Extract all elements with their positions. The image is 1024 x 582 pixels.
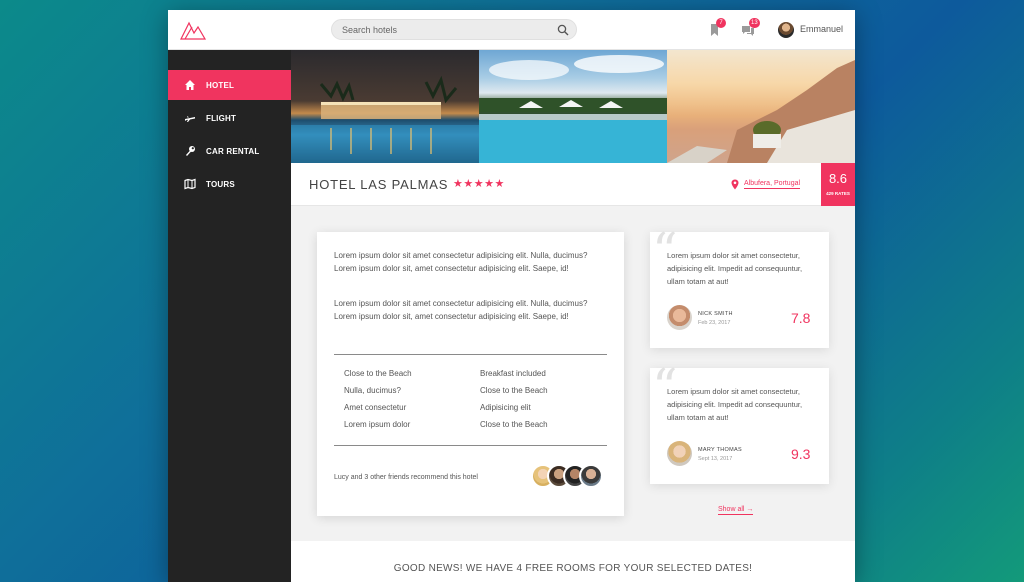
sidebar-item-car-rental[interactable]: CAR RENTAL xyxy=(168,136,291,166)
feature-item: Close to the Beach xyxy=(344,369,412,378)
top-bar: 7 13 Emmanuel xyxy=(168,10,855,50)
availability-banner: GOOD NEWS! WE HAVE 4 FREE ROOMS FOR YOUR… xyxy=(291,541,855,582)
rating-score: 8.6 xyxy=(828,171,848,186)
sidebar-item-label: CAR RENTAL xyxy=(206,147,260,156)
sidebar-item-label: TOURS xyxy=(206,180,235,189)
friend-avatar[interactable] xyxy=(579,464,603,488)
review-date: Sept 13, 2017 xyxy=(698,456,733,462)
plane-icon xyxy=(185,116,195,122)
sidebar: HOTEL FLIGHT CAR RENTAL TOURS xyxy=(168,50,291,582)
app-window: 7 13 Emmanuel HOTEL FLIGHT xyxy=(168,10,855,582)
avatar[interactable] xyxy=(778,22,794,38)
search-input[interactable] xyxy=(342,22,542,37)
description-paragraph: Lorem ipsum dolor sit amet consectetur a… xyxy=(334,251,588,274)
show-all-link[interactable]: Show all → xyxy=(718,506,754,515)
rates-count: 429 RATES xyxy=(826,191,850,196)
hotel-photo-day-pool[interactable] xyxy=(479,50,667,163)
description-card: Lorem ipsum dolor sit amet consectetur a… xyxy=(317,232,624,516)
review-card: “ Lorem ipsum dolor sit amet consectetur… xyxy=(650,226,829,348)
divider xyxy=(334,445,607,446)
user-name[interactable]: Emmanuel xyxy=(800,24,843,34)
feature-item: Close to the Beach xyxy=(480,420,548,429)
availability-message: GOOD NEWS! WE HAVE 4 FREE ROOMS FOR YOUR… xyxy=(393,563,753,574)
sidebar-item-tours[interactable]: TOURS xyxy=(168,169,291,199)
reviewer-name: MARY THOMAS xyxy=(698,447,742,453)
sidebar-item-flight[interactable]: FLIGHT xyxy=(168,103,291,133)
reviewer-avatar[interactable] xyxy=(667,441,692,466)
description-paragraph: Lorem ipsum dolor sit amet consectetur a… xyxy=(334,299,588,322)
hotel-name: HOTEL LAS PALMAS xyxy=(309,177,449,192)
rating-box: 8.6 429 RATES xyxy=(821,163,855,206)
review-text: Lorem ipsum dolor sit amet consectetur, … xyxy=(667,387,803,422)
review-score: 7.8 xyxy=(791,310,811,326)
divider xyxy=(334,354,607,355)
feature-item: Nulla, ducimus? xyxy=(344,386,401,395)
reviewer-name: NICK SMITH xyxy=(698,311,733,317)
recommend-text: Lucy and 3 other friends recommend this … xyxy=(334,474,478,481)
bookmark-button[interactable]: 7 xyxy=(708,18,726,37)
photo-gallery xyxy=(291,50,855,163)
bookmark-badge: 7 xyxy=(716,18,726,28)
feature-item: Close to the Beach xyxy=(480,386,548,395)
feature-item: Lorem ipsum dolor xyxy=(344,420,411,429)
map-icon xyxy=(184,178,196,190)
search-icon[interactable] xyxy=(557,24,569,36)
wrench-icon xyxy=(186,146,195,156)
hotel-title-bar: HOTEL LAS PALMAS ★★★★★ Albufera, Portuga… xyxy=(291,163,855,206)
feature-item: Amet consectetur xyxy=(344,403,407,412)
hotel-photo-terrace[interactable] xyxy=(667,50,855,163)
search-bar[interactable] xyxy=(331,19,577,40)
home-icon xyxy=(185,80,195,90)
feature-item: Adipisicing elit xyxy=(480,403,531,412)
hotel-photo-night-pool[interactable] xyxy=(291,50,479,163)
location-link[interactable]: Albufera, Portugal xyxy=(744,180,801,189)
review-text: Lorem ipsum dolor sit amet consectetur, … xyxy=(667,251,803,286)
review-card: “ Lorem ipsum dolor sit amet consectetur… xyxy=(650,362,829,484)
messages-badge: 13 xyxy=(749,18,760,28)
reviewer-avatar[interactable] xyxy=(667,305,692,330)
messages-button[interactable]: 13 xyxy=(741,18,760,37)
sidebar-item-label: FLIGHT xyxy=(206,114,237,123)
feature-item: Breakfast included xyxy=(480,369,546,378)
friend-avatars[interactable] xyxy=(531,464,611,488)
sidebar-item-label: HOTEL xyxy=(206,81,235,90)
location-pin-icon xyxy=(731,179,739,190)
logo-icon[interactable] xyxy=(180,20,206,40)
review-date: Feb 23, 2017 xyxy=(698,320,731,326)
sidebar-item-hotel[interactable]: HOTEL xyxy=(168,70,291,100)
review-score: 9.3 xyxy=(791,446,811,462)
star-rating: ★★★★★ xyxy=(453,178,505,190)
